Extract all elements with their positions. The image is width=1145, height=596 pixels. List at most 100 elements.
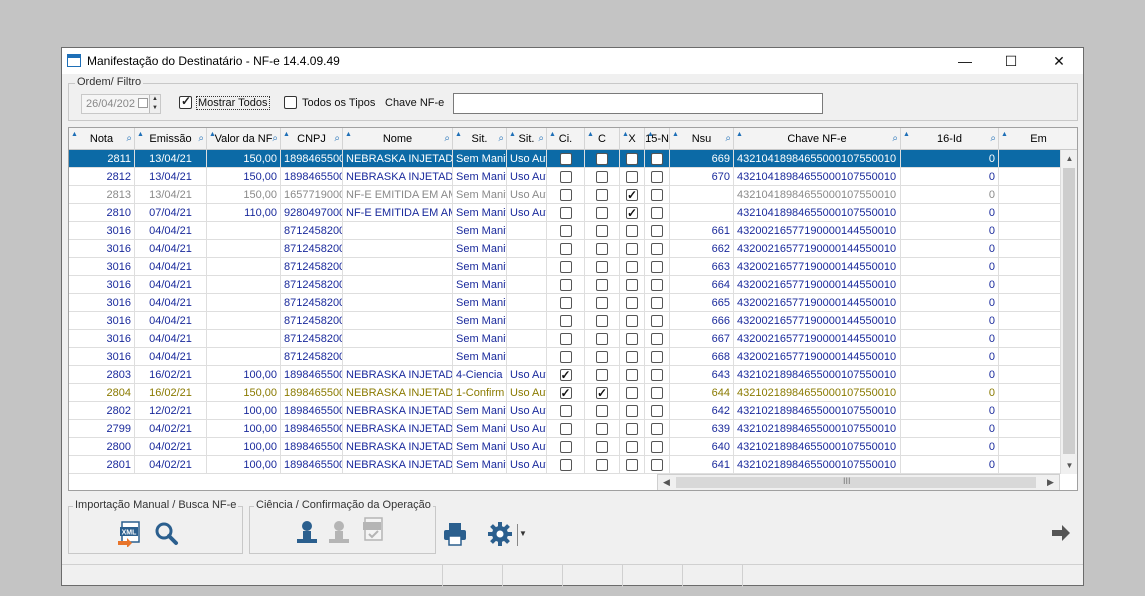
cell-c[interactable] (585, 330, 620, 348)
cell-x[interactable] (620, 186, 645, 204)
row-checkbox[interactable] (651, 171, 663, 183)
cell-c[interactable] (585, 168, 620, 186)
table-row[interactable]: 3016 04/04/21 8712458200 Sem Manif 666 432002… (69, 312, 1061, 330)
cell-ci[interactable] (547, 456, 585, 474)
cell-15n[interactable] (645, 456, 670, 474)
row-checkbox[interactable] (596, 243, 608, 255)
arrow-right-icon[interactable] (1050, 522, 1076, 548)
cell-x[interactable] (620, 420, 645, 438)
row-checkbox[interactable] (559, 189, 572, 201)
header-col-emp[interactable]: ▲ Em (999, 128, 1077, 150)
scroll-up-icon[interactable]: ▲ (1061, 150, 1077, 167)
cell-ci[interactable] (547, 384, 585, 402)
row-checkbox[interactable] (596, 384, 608, 402)
sort-icon[interactable]: ▲ (71, 128, 78, 146)
row-checkbox[interactable] (596, 405, 608, 417)
table-row[interactable]: 3016 04/04/21 8712458200 Sem Manif 662 432002… (69, 240, 1061, 258)
filter-icon[interactable]: ⌕ (892, 128, 898, 150)
cell-x[interactable] (620, 348, 645, 366)
cell-c[interactable] (585, 222, 620, 240)
cell-x[interactable] (620, 330, 645, 348)
row-checkbox[interactable] (651, 387, 663, 399)
xml-import-icon[interactable]: XML (117, 521, 143, 548)
table-row[interactable]: 2802 12/02/21 100,00 1898465500 NEBRASKA INJ… (69, 402, 1061, 420)
sort-icon[interactable]: ▲ (509, 128, 516, 146)
row-checkbox[interactable] (626, 333, 638, 345)
sort-icon[interactable]: ▲ (903, 128, 910, 146)
cell-ci[interactable] (547, 222, 585, 240)
row-checkbox[interactable] (651, 441, 663, 453)
scroll-right-icon[interactable]: ▶ (1042, 475, 1059, 490)
row-checkbox[interactable] (559, 459, 572, 471)
table-row[interactable]: 3016 04/04/21 8712458200 Sem Manif 667 432002… (69, 330, 1061, 348)
row-checkbox[interactable] (651, 369, 663, 381)
scroll-down-icon[interactable]: ▼ (1061, 457, 1077, 474)
scroll-left-icon[interactable]: ◀ (658, 475, 675, 490)
filter-icon[interactable]: ⌕ (198, 128, 204, 150)
row-checkbox[interactable] (559, 366, 572, 384)
header-col-sit[interactable]: ▲ Sit. ⌕ (453, 128, 507, 150)
sort-icon[interactable]: ▲ (549, 128, 556, 146)
cell-ci[interactable] (547, 258, 585, 276)
row-checkbox[interactable] (596, 369, 608, 381)
cell-x[interactable] (620, 384, 645, 402)
row-checkbox[interactable] (559, 279, 572, 291)
cell-ci[interactable] (547, 348, 585, 366)
horizontal-scrollbar[interactable]: ◀ III ▶ (657, 474, 1060, 490)
table-row[interactable]: 3016 04/04/21 8712458200 Sem Manif 661 432002… (69, 222, 1061, 240)
date-checkbox[interactable] (138, 98, 148, 108)
cell-ci[interactable] (547, 150, 585, 168)
header-col-nsu[interactable]: ▲ Nsu ⌕ (670, 128, 734, 150)
sort-icon[interactable]: ▲ (137, 128, 144, 146)
row-checkbox[interactable] (559, 384, 572, 402)
cell-x[interactable] (620, 222, 645, 240)
row-checkbox[interactable] (596, 153, 608, 165)
header-col-c[interactable]: ▲ C (585, 128, 620, 150)
header-col-x[interactable]: ▲ X (620, 128, 645, 150)
row-checkbox[interactable] (651, 459, 663, 471)
row-checkbox[interactable] (626, 261, 638, 273)
cell-x[interactable] (620, 312, 645, 330)
mostrar-todos-checkbox[interactable] (179, 94, 192, 109)
sort-icon[interactable]: ▲ (455, 128, 462, 146)
cell-15n[interactable] (645, 240, 670, 258)
cell-c[interactable] (585, 150, 620, 168)
row-checkbox[interactable] (626, 405, 638, 417)
table-row[interactable]: 2810 07/04/21 110,00 9280497000 NF-E EMITIDA… (69, 204, 1061, 222)
cell-x[interactable] (620, 240, 645, 258)
vertical-scroll-thumb[interactable] (1063, 168, 1075, 454)
chave-nfe-input[interactable] (453, 93, 823, 114)
cell-15n[interactable] (645, 258, 670, 276)
cell-15n[interactable] (645, 384, 670, 402)
header-col-15n[interactable]: ▲ 15-N (645, 128, 670, 150)
row-checkbox[interactable] (651, 153, 663, 165)
row-checkbox[interactable] (559, 405, 572, 417)
row-checkbox[interactable] (596, 189, 608, 201)
cell-x[interactable] (620, 258, 645, 276)
row-checkbox[interactable] (651, 405, 663, 417)
row-checkbox[interactable] (596, 459, 608, 471)
cell-15n[interactable] (645, 150, 670, 168)
filter-icon[interactable]: ⌕ (725, 128, 731, 150)
cell-c[interactable] (585, 366, 620, 384)
cell-15n[interactable] (645, 330, 670, 348)
header-col-emissao[interactable]: ▲ Emissão ⌕ (135, 128, 207, 150)
table-row[interactable]: 2801 04/02/21 100,00 1898465500 NEBRASKA INJ… (69, 456, 1061, 474)
filter-icon[interactable]: ⌕ (498, 128, 504, 150)
sort-icon[interactable]: ▲ (1001, 128, 1008, 146)
sort-icon[interactable]: ▲ (209, 128, 216, 146)
cell-c[interactable] (585, 384, 620, 402)
cell-x[interactable] (620, 402, 645, 420)
cell-15n[interactable] (645, 222, 670, 240)
row-checkbox[interactable] (626, 186, 638, 204)
cell-x[interactable] (620, 366, 645, 384)
filter-icon[interactable]: ⌕ (272, 128, 278, 150)
row-checkbox[interactable] (559, 171, 572, 183)
row-checkbox[interactable] (596, 441, 608, 453)
table-row[interactable]: 3016 04/04/21 8712458200 Sem Manif 663 432002… (69, 258, 1061, 276)
row-checkbox[interactable] (596, 225, 608, 237)
cell-c[interactable] (585, 276, 620, 294)
table-row[interactable]: 2799 04/02/21 100,00 1898465500 NEBRASKA INJ… (69, 420, 1061, 438)
row-checkbox[interactable] (559, 153, 572, 165)
header-col-chave[interactable]: ▲ Chave NF-e ⌕ (734, 128, 901, 150)
